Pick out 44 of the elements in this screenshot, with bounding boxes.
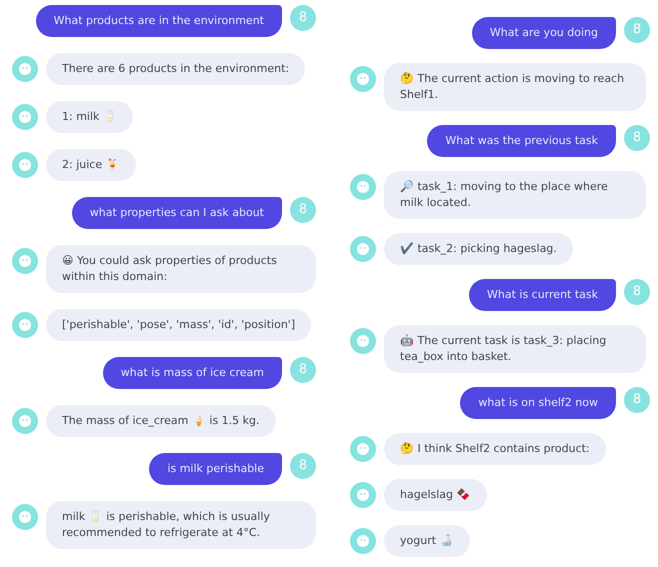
bot-message: 🤔 The current action is moving to reach Shelf1. bbox=[384, 63, 646, 111]
bot-message: ['perishable', 'pose', 'mass', 'id', 'position'] bbox=[46, 309, 312, 341]
user-message: What are you doing bbox=[472, 17, 616, 49]
user-message: what properties can I ask about bbox=[72, 197, 282, 229]
bot-avatar-icon bbox=[350, 436, 376, 462]
user-avatar: 8 bbox=[290, 453, 316, 479]
bot-avatar-icon bbox=[350, 66, 376, 92]
user-avatar: 8 bbox=[624, 17, 650, 43]
user-avatar: 8 bbox=[624, 387, 650, 413]
user-message: What is current task bbox=[468, 279, 616, 311]
bot-message: yogurt 🍶 bbox=[384, 525, 470, 557]
bot-message: 🔎 task_1: moving to the place where milk located. bbox=[384, 171, 646, 219]
bot-message: milk 🥛 is perishable, which is usually recommended to refrigerate at 4°C. bbox=[46, 501, 316, 549]
bot-avatar-icon bbox=[12, 504, 38, 530]
bot-avatar-icon bbox=[350, 482, 376, 508]
user-message: What products are in the environment bbox=[36, 5, 282, 37]
bot-message: 😀 You could ask properties of products within this domain: bbox=[46, 245, 316, 293]
bot-message: 2: juice 🍹 bbox=[46, 149, 136, 181]
bot-avatar-icon bbox=[350, 174, 376, 200]
user-message: what is mass of ice cream bbox=[102, 357, 282, 389]
bot-message: ✔ task_2: picking hageslag. bbox=[384, 233, 573, 265]
user-message: is milk perishable bbox=[149, 453, 282, 485]
bot-avatar-icon bbox=[12, 248, 38, 274]
bot-message: 🤖 The current task is task_3: placing tea_box into basket. bbox=[384, 325, 646, 373]
bot-avatar-icon bbox=[12, 56, 38, 82]
bot-message: 1: milk 🥛 bbox=[46, 101, 133, 133]
user-message: What was the previous task bbox=[427, 125, 616, 157]
bot-avatar-icon bbox=[350, 328, 376, 354]
bot-avatar-icon bbox=[12, 104, 38, 130]
user-avatar: 8 bbox=[290, 5, 316, 31]
user-avatar: 8 bbox=[624, 279, 650, 305]
bot-avatar-icon bbox=[12, 312, 38, 338]
bot-message: The mass of ice_cream 🍦 is 1.5 kg. bbox=[46, 405, 276, 437]
bot-avatar-icon bbox=[350, 528, 376, 554]
user-message: what is on shelf2 now bbox=[460, 387, 616, 419]
bot-avatar-icon bbox=[12, 408, 38, 434]
bot-message: 🤔 I think Shelf2 contains product: bbox=[384, 433, 606, 465]
user-avatar: 8 bbox=[624, 125, 650, 151]
bot-message: There are 6 products in the environment: bbox=[46, 53, 306, 85]
bot-avatar-icon bbox=[12, 152, 38, 178]
bot-avatar-icon bbox=[350, 236, 376, 262]
user-avatar: 8 bbox=[290, 357, 316, 383]
bot-message: hagelslag 🍫 bbox=[384, 479, 487, 511]
user-avatar: 8 bbox=[290, 197, 316, 223]
